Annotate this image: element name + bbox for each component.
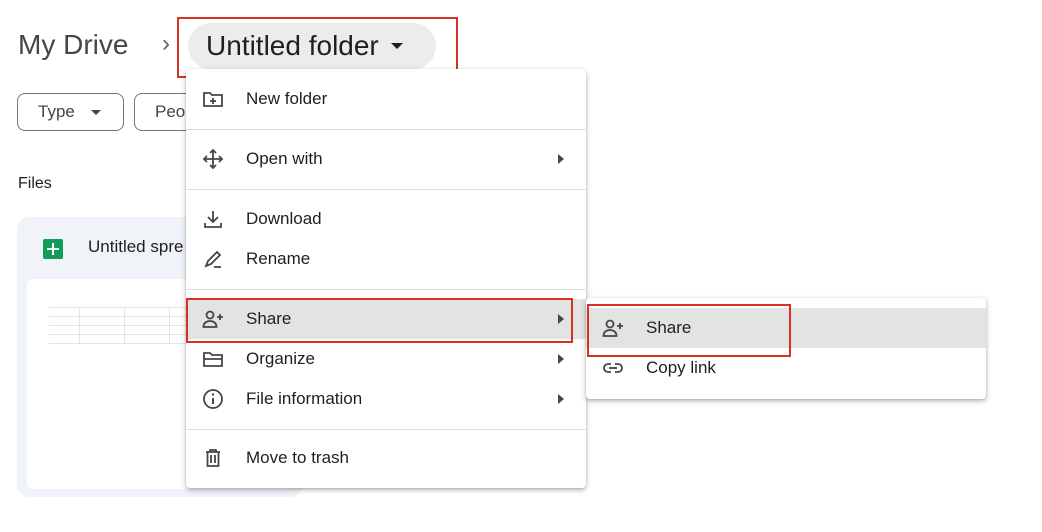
submenu-arrow-icon: [558, 354, 564, 364]
menu-item-rename[interactable]: Rename: [186, 239, 586, 279]
menu-item-open-with[interactable]: Open with: [186, 139, 586, 179]
type-filter-chip[interactable]: Type: [17, 93, 124, 131]
menu-item-label: Rename: [246, 249, 311, 268]
menu-item-new-folder[interactable]: New folder: [186, 79, 586, 119]
info-icon: [202, 388, 224, 410]
share-icon: [202, 308, 224, 330]
submenu-item-label: Copy link: [646, 358, 716, 377]
file-name: Untitled spre: [88, 237, 184, 256]
organize-icon: [202, 348, 224, 370]
menu-item-label: Open with: [246, 149, 323, 168]
rename-icon: [202, 248, 224, 270]
caret-down-icon: [90, 109, 101, 115]
new-folder-icon: [202, 88, 224, 110]
submenu-arrow-icon: [558, 314, 564, 324]
menu-item-move-to-trash[interactable]: Move to trash: [186, 438, 586, 478]
open-with-icon: [202, 148, 224, 170]
caret-down-icon: [390, 43, 403, 49]
folder-context-menu: New folder Open with Download Rename Sha…: [186, 69, 586, 488]
menu-divider: [186, 189, 586, 190]
breadcrumb-separator: ›: [162, 30, 170, 57]
menu-item-label: Download: [246, 209, 322, 228]
google-sheets-icon: [43, 239, 63, 259]
people-filter-label: Peo: [155, 102, 186, 121]
current-folder-button[interactable]: Untitled folder: [188, 23, 436, 69]
trash-icon: [202, 447, 224, 469]
submenu-item-label: Share: [646, 318, 692, 337]
type-filter-label: Type: [38, 102, 75, 121]
menu-item-organize[interactable]: Organize: [186, 339, 586, 379]
share-submenu: Share Copy link: [586, 298, 986, 399]
menu-item-share[interactable]: Share: [186, 299, 586, 339]
files-section-label: Files: [18, 175, 52, 192]
menu-item-label: New folder: [246, 89, 328, 108]
menu-item-label: File information: [246, 389, 363, 408]
menu-item-label: Organize: [246, 349, 315, 368]
menu-item-label: Share: [246, 309, 292, 328]
menu-item-download[interactable]: Download: [186, 199, 586, 239]
menu-divider: [186, 129, 586, 130]
menu-item-label: Move to trash: [246, 448, 349, 467]
submenu-arrow-icon: [558, 154, 564, 164]
current-folder-label: Untitled folder: [206, 30, 379, 61]
link-icon: [602, 357, 624, 379]
share-icon: [602, 317, 624, 339]
submenu-item-copy-link[interactable]: Copy link: [586, 348, 986, 388]
submenu-item-share[interactable]: Share: [586, 308, 986, 348]
breadcrumb-my-drive[interactable]: My Drive: [18, 29, 128, 61]
menu-divider: [186, 289, 586, 290]
menu-divider: [186, 429, 586, 430]
menu-item-file-information[interactable]: File information: [186, 379, 586, 419]
download-icon: [202, 208, 224, 230]
submenu-arrow-icon: [558, 394, 564, 404]
